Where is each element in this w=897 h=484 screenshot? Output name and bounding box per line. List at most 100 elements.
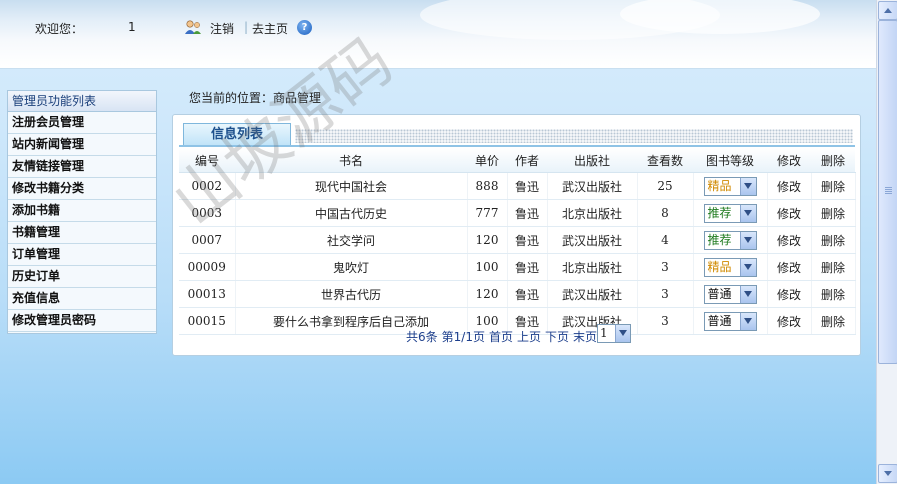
chevron-down-icon[interactable]: [739, 285, 756, 303]
chevron-down-icon[interactable]: [739, 177, 756, 195]
level-select[interactable]: 精品: [703, 176, 757, 196]
book-publisher: 武汉出版社: [547, 280, 638, 308]
edit-link[interactable]: 修改: [767, 280, 812, 308]
column-header: 修改: [767, 148, 811, 173]
chevron-down-icon[interactable]: [739, 312, 756, 330]
book-price: 888: [467, 172, 508, 200]
column-header: 查看数: [637, 148, 693, 173]
chevron-down-icon[interactable]: [739, 231, 756, 249]
edit-link[interactable]: 修改: [767, 253, 812, 281]
scroll-thumb[interactable]: [878, 20, 897, 364]
level-select[interactable]: 推荐: [703, 203, 757, 223]
scroll-down-icon[interactable]: [878, 464, 897, 483]
page-select[interactable]: 1: [597, 324, 631, 343]
book-views: 3: [637, 307, 694, 335]
book-title: 社交学问: [235, 226, 468, 254]
level-cell: 普通: [693, 280, 768, 308]
pager-next[interactable]: 下页: [545, 330, 569, 344]
vertical-scrollbar[interactable]: [876, 0, 897, 484]
book-id: 0003: [179, 199, 236, 227]
level-select[interactable]: 推荐: [703, 230, 757, 250]
help-icon[interactable]: ?: [297, 20, 312, 35]
book-views: 3: [637, 253, 694, 281]
chevron-down-icon[interactable]: [615, 325, 630, 342]
logout-link[interactable]: 注销: [210, 20, 234, 37]
pager-prev[interactable]: 上页: [517, 330, 541, 344]
delete-link[interactable]: 删除: [811, 253, 856, 281]
delete-link[interactable]: 删除: [811, 172, 856, 200]
book-title: 鬼吹灯: [235, 253, 468, 281]
book-views: 8: [637, 199, 694, 227]
sidebar-item-history[interactable]: 历史订单: [8, 266, 156, 288]
welcome-label: 欢迎您：: [35, 22, 84, 36]
scroll-up-icon[interactable]: [878, 1, 897, 20]
level-select[interactable]: 精品: [703, 257, 757, 277]
column-header: 编号: [179, 148, 235, 173]
pager-last[interactable]: 末页: [573, 330, 597, 344]
book-publisher: 北京出版社: [547, 199, 638, 227]
level-value: 普通: [707, 313, 732, 328]
edit-link[interactable]: 修改: [767, 226, 812, 254]
book-publisher: 武汉出版社: [547, 226, 638, 254]
column-header: 书名: [235, 148, 467, 173]
sidebar-item-add-book[interactable]: 添加书籍: [8, 200, 156, 222]
header-separator: |: [244, 20, 249, 34]
book-id: 00015: [179, 307, 236, 335]
book-title: 现代中国社会: [235, 172, 468, 200]
sidebar-item-recharge[interactable]: 充值信息: [8, 288, 156, 310]
column-header: 单价: [467, 148, 507, 173]
pager-first[interactable]: 首页: [489, 330, 513, 344]
level-select[interactable]: 普通: [703, 311, 757, 331]
book-id: 00009: [179, 253, 236, 281]
table-row: 00013 世界古代历 120 鲁迅 武汉出版社 3 普通 修改 删除: [179, 280, 856, 308]
tab-info-list[interactable]: 信息列表: [183, 123, 291, 146]
chevron-down-icon[interactable]: [739, 204, 756, 222]
header: 欢迎您： 1 注销 | 去主页 ?: [0, 0, 876, 69]
sidebar: 管理员功能列表 注册会员管理 站内新闻管理 友情链接管理 修改书籍分类 添加书籍…: [7, 90, 157, 334]
book-views: 25: [637, 172, 694, 200]
delete-link[interactable]: 删除: [811, 307, 856, 335]
sidebar-title: 管理员功能列表: [8, 91, 156, 112]
column-header: 出版社: [547, 148, 637, 173]
sidebar-item-category[interactable]: 修改书籍分类: [8, 178, 156, 200]
edit-link[interactable]: 修改: [767, 307, 812, 335]
delete-link[interactable]: 删除: [811, 199, 856, 227]
book-views: 4: [637, 226, 694, 254]
sidebar-item-books[interactable]: 书籍管理: [8, 222, 156, 244]
edit-link[interactable]: 修改: [767, 172, 812, 200]
sidebar-item-member[interactable]: 注册会员管理: [8, 112, 156, 134]
book-price: 100: [467, 253, 508, 281]
sidebar-item-news[interactable]: 站内新闻管理: [8, 134, 156, 156]
sidebar-item-links[interactable]: 友情链接管理: [8, 156, 156, 178]
tab-bar-pattern: [295, 129, 853, 143]
book-author: 鲁迅: [507, 172, 548, 200]
book-title: 世界古代历: [235, 280, 468, 308]
tab-underline: [179, 145, 855, 147]
pagination: 共6条 第1/1页 首页 上页 下页 末页: [406, 328, 601, 345]
level-select[interactable]: 普通: [703, 284, 757, 304]
book-id: 0007: [179, 226, 236, 254]
level-cell: 推荐: [693, 226, 768, 254]
edit-link[interactable]: 修改: [767, 199, 812, 227]
book-id: 0002: [179, 172, 236, 200]
current-username: 1: [128, 20, 136, 34]
book-table: 编号 书名 单价 作者 出版社 查看数 图书等级 修改 删除 0002 现代中国…: [179, 148, 856, 335]
book-publisher: 北京出版社: [547, 253, 638, 281]
delete-link[interactable]: 删除: [811, 280, 856, 308]
book-price: 120: [467, 226, 508, 254]
book-price: 777: [467, 199, 508, 227]
pager-page-info: 第1/1页: [441, 330, 485, 344]
sidebar-item-orders[interactable]: 订单管理: [8, 244, 156, 266]
book-id: 00013: [179, 280, 236, 308]
chevron-down-icon[interactable]: [739, 258, 756, 276]
level-value: 推荐: [707, 205, 732, 220]
table-row: 0007 社交学问 120 鲁迅 武汉出版社 4 推荐 修改 删除: [179, 226, 856, 254]
level-value: 精品: [707, 259, 732, 274]
breadcrumb: 您当前的位置：商品管理: [189, 91, 322, 105]
home-link[interactable]: 去主页: [252, 20, 288, 37]
book-author: 鲁迅: [507, 253, 548, 281]
level-cell: 精品: [693, 253, 768, 281]
delete-link[interactable]: 删除: [811, 226, 856, 254]
sidebar-item-password[interactable]: 修改管理员密码: [8, 310, 156, 332]
page: 欢迎您： 1 注销 | 去主页 ? 管理员功能列表 注册会员管理 站内新闻管理 …: [0, 0, 876, 484]
